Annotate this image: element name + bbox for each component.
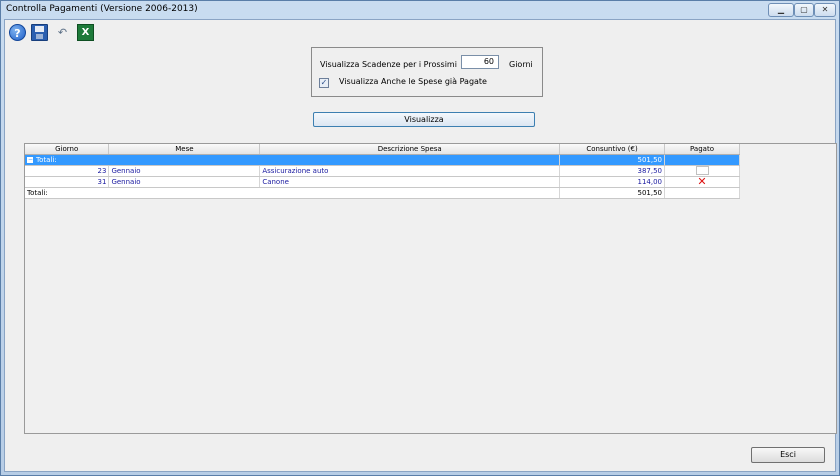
group-label-cell: − Totali: [25, 154, 561, 166]
save-icon[interactable] [31, 24, 48, 41]
cell-giorno[interactable]: 23 [25, 165, 110, 177]
header-row: Giorno Mese Descrizione Spesa Consuntivo… [25, 144, 740, 155]
title-bar[interactable]: Controlla Pagamenti (Versione 2006-2013)… [1, 1, 839, 19]
cell-mese[interactable]: Gennaio [108, 165, 261, 177]
minimize-button[interactable]: ▁ [768, 3, 794, 17]
cell-descrizione[interactable]: Assicurazione auto [259, 165, 561, 177]
col-header-pagato[interactable]: Pagato [664, 144, 740, 155]
unpaid-checkbox[interactable] [695, 166, 709, 175]
footer-total: 501,50 [559, 187, 666, 199]
table-row[interactable]: 31 Gennaio Canone 114,00 ✕ [25, 176, 740, 188]
paid-x-icon[interactable]: ✕ [697, 176, 706, 187]
show-paid-checkbox[interactable]: ✓ [319, 78, 329, 88]
collapse-icon[interactable]: − [27, 156, 33, 163]
days-label: Visualizza Scadenze per i Prossimi [320, 60, 457, 69]
client-area: ? ↶ X Visualizza Scadenze per i Prossimi… [4, 19, 837, 472]
footer-pagato-cell [664, 187, 740, 199]
payments-grid[interactable]: Giorno Mese Descrizione Spesa Consuntivo… [24, 143, 837, 434]
excel-export-icon[interactable]: X [77, 24, 94, 41]
group-pagato-cell [664, 154, 740, 166]
footer-label: Totali: [25, 187, 561, 199]
table-row[interactable]: 23 Gennaio Assicurazione auto 387,50 [25, 165, 740, 177]
window-title: Controlla Pagamenti (Versione 2006-2013) [6, 4, 198, 14]
col-header-giorno[interactable]: Giorno [25, 144, 110, 155]
undo-icon[interactable]: ↶ [54, 24, 71, 41]
group-row[interactable]: − Totali: 501,50 [25, 154, 740, 166]
help-icon[interactable]: ? [9, 24, 26, 41]
cell-consuntivo[interactable]: 114,00 [559, 176, 666, 188]
payments-table: Giorno Mese Descrizione Spesa Consuntivo… [25, 144, 740, 199]
show-paid-label: Visualizza Anche le Spese già Pagate [339, 77, 487, 86]
days-input[interactable]: 60 [461, 55, 499, 69]
app-window: Controlla Pagamenti (Versione 2006-2013)… [0, 0, 840, 476]
col-header-mese[interactable]: Mese [108, 144, 261, 155]
group-total: 501,50 [559, 154, 666, 166]
days-unit-label: Giorni [509, 60, 533, 69]
col-header-consuntivo[interactable]: Consuntivo (€) [559, 144, 666, 155]
options-panel: Visualizza Scadenze per i Prossimi 60 Gi… [311, 47, 543, 97]
footer-row: Totali: 501,50 [25, 187, 740, 199]
visualizza-button[interactable]: Visualizza [313, 112, 535, 127]
esci-button[interactable]: Esci [751, 447, 825, 463]
cell-mese[interactable]: Gennaio [108, 176, 261, 188]
close-button[interactable]: ✕ [814, 3, 836, 17]
group-label: Totali: [36, 155, 57, 164]
cell-pagato[interactable]: ✕ [664, 176, 740, 188]
cell-descrizione[interactable]: Canone [259, 176, 561, 188]
cell-consuntivo[interactable]: 387,50 [559, 165, 666, 177]
save-icon-slot [36, 34, 43, 39]
save-icon-label [35, 26, 44, 32]
restore-button[interactable]: ▢ [794, 3, 814, 17]
cell-giorno[interactable]: 31 [25, 176, 110, 188]
col-header-descrizione[interactable]: Descrizione Spesa [259, 144, 561, 155]
